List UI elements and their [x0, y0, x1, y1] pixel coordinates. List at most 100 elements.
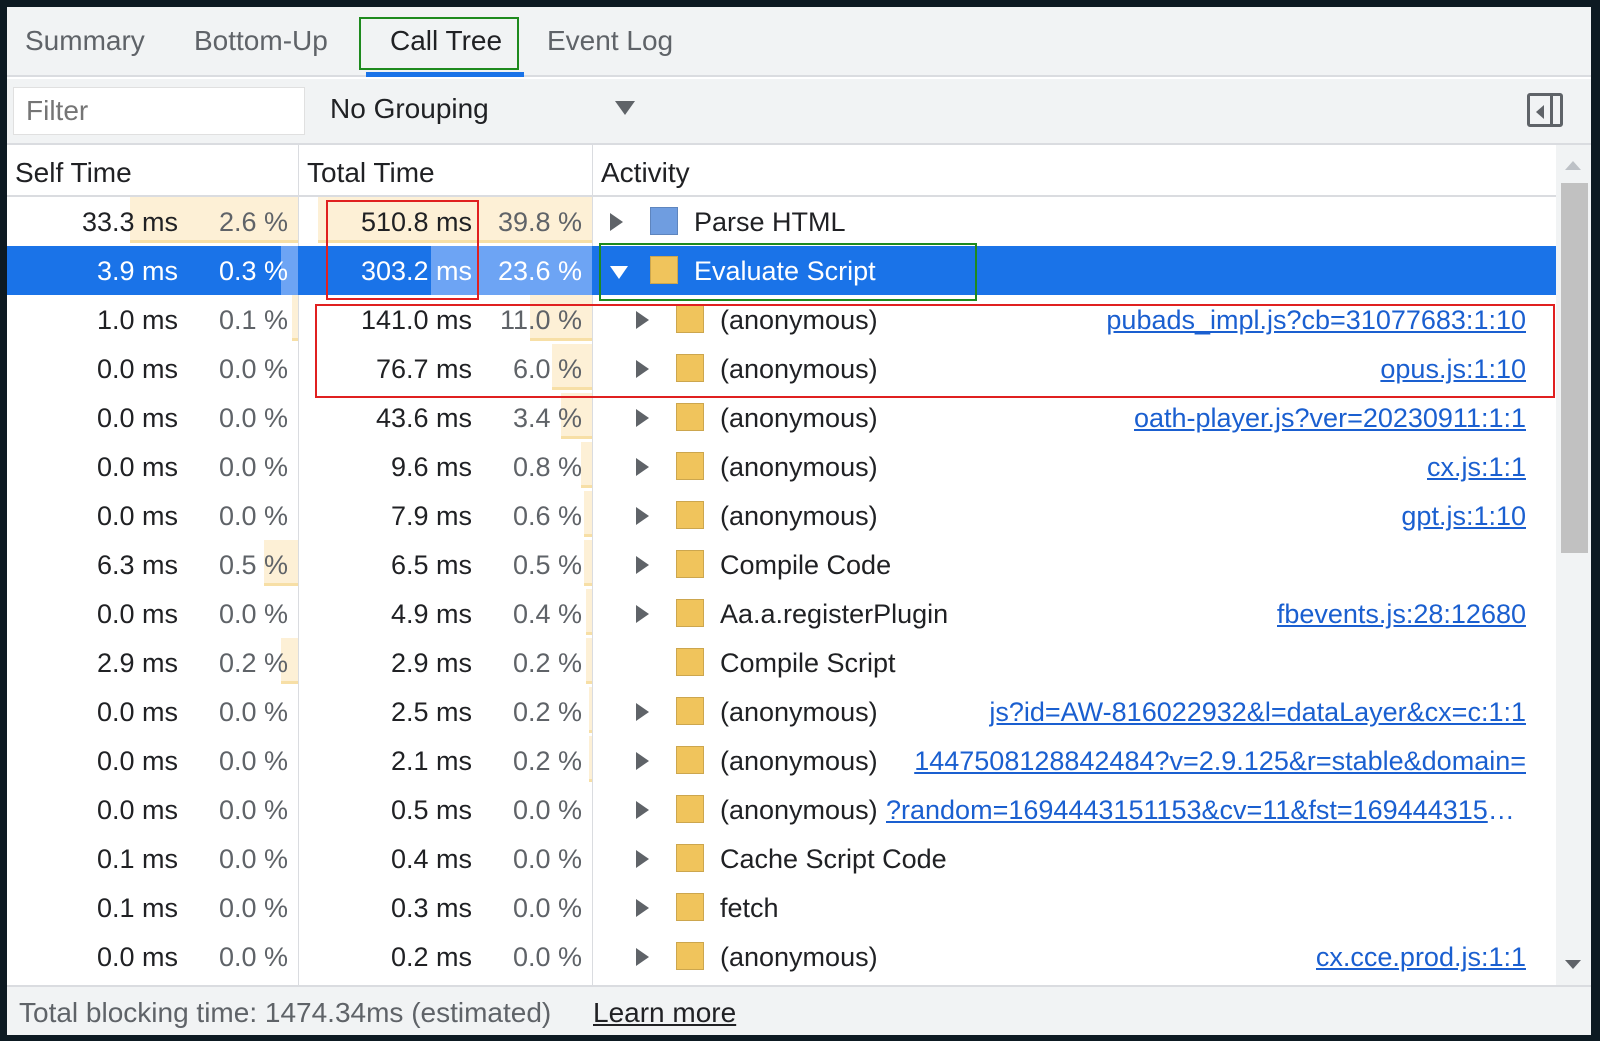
tab-bottom-up[interactable]: Bottom-Up	[194, 25, 328, 57]
table-row[interactable]: 6.3 ms 0.5 % 6.5 ms 0.5 % Compile Code	[7, 540, 1556, 589]
expand-arrow-icon[interactable]	[636, 605, 649, 623]
tab-event-log[interactable]: Event Log	[547, 25, 673, 57]
total-time-percent: 0.6 %	[512, 501, 582, 531]
table-row[interactable]: 0.0 ms 0.0 % 43.6 ms 3.4 % (anonymous) o…	[7, 393, 1556, 442]
vertical-scrollbar[interactable]	[1556, 145, 1591, 985]
table-row[interactable]: 0.0 ms 0.0 % 9.6 ms 0.8 % (anonymous) cx…	[7, 442, 1556, 491]
total-time-cell: 0.4 ms 0.0 %	[299, 834, 592, 883]
scroll-up-icon[interactable]	[1565, 161, 1581, 170]
toolbar: No Grouping	[7, 79, 1591, 145]
toggle-sidebar-icon[interactable]	[1527, 93, 1563, 127]
total-time-cell: 7.9 ms 0.6 %	[299, 491, 592, 540]
expand-arrow-icon[interactable]	[636, 458, 649, 476]
active-tab-indicator	[366, 72, 524, 77]
total-time-percent: 0.2 %	[512, 746, 582, 776]
expand-arrow-icon[interactable]	[636, 360, 649, 378]
total-time-percent: 0.8 %	[512, 452, 582, 482]
expand-arrow-icon[interactable]	[636, 703, 649, 721]
self-time-percent: 0.0 %	[218, 697, 288, 727]
expand-arrow-icon[interactable]	[636, 752, 649, 770]
self-time: 0.0 ms	[96, 501, 178, 531]
category-color-icon	[676, 354, 704, 382]
expand-arrow-icon[interactable]	[610, 213, 623, 231]
self-time-percent: 0.0 %	[218, 599, 288, 629]
source-link[interactable]: ?random=1694443151153&cv=11&fst=16944431…	[886, 795, 1526, 826]
self-time-cell: 6.3 ms 0.5 %	[7, 540, 298, 589]
table-row[interactable]: 0.0 ms 0.0 % 2.1 ms 0.2 % (anonymous) 14…	[7, 736, 1556, 785]
table-row[interactable]: 0.1 ms 0.0 % 0.4 ms 0.0 % Cache Script C…	[7, 834, 1556, 883]
total-time-percent: 3.4 %	[512, 403, 582, 433]
self-time-percent: 0.0 %	[218, 844, 288, 874]
source-link[interactable]: cx.js:1:1	[1427, 452, 1526, 483]
total-time-bar	[589, 736, 592, 782]
self-time: 0.0 ms	[96, 403, 178, 433]
table-row[interactable]: 0.0 ms 0.0 % 2.5 ms 0.2 % (anonymous) js…	[7, 687, 1556, 736]
total-time: 2.1 ms	[390, 746, 472, 776]
table-row[interactable]: 2.9 ms 0.2 % 2.9 ms 0.2 % Compile Script	[7, 638, 1556, 687]
total-time-percent: 0.0 %	[512, 844, 582, 874]
source-link[interactable]: gpt.js:1:10	[1401, 501, 1526, 532]
tab-summary[interactable]: Summary	[25, 25, 145, 57]
source-link[interactable]: oath-player.js?ver=20230911:1:1	[1134, 403, 1526, 434]
tab-bar: Summary Bottom-Up Call Tree Event Log	[7, 7, 1591, 77]
total-time-bar	[586, 638, 592, 684]
learn-more-link[interactable]: Learn more	[593, 997, 736, 1029]
source-link[interactable]: fbevents.js:28:12680	[1277, 599, 1526, 630]
table-row[interactable]: 0.0 ms 0.0 % 76.7 ms 6.0 % (anonymous) o…	[7, 344, 1556, 393]
chevron-down-icon[interactable]	[615, 101, 635, 115]
performance-call-tree-panel: Summary Bottom-Up Call Tree Event Log No…	[7, 7, 1591, 1035]
expand-arrow-icon[interactable]	[636, 899, 649, 917]
total-time-cell: 43.6 ms 3.4 %	[299, 393, 592, 442]
category-color-icon	[650, 207, 678, 235]
scroll-down-icon[interactable]	[1565, 960, 1581, 969]
self-time-percent: 0.0 %	[218, 403, 288, 433]
table-row[interactable]: 0.0 ms 0.0 % 4.9 ms 0.4 % Aa.a.registerP…	[7, 589, 1556, 638]
total-time-percent: 0.5 %	[512, 550, 582, 580]
total-time-percent: 11.0 %	[499, 305, 582, 335]
table-row[interactable]: 0.1 ms 0.0 % 0.3 ms 0.0 % fetch	[7, 883, 1556, 932]
column-header-self-time[interactable]: Self Time	[7, 145, 140, 197]
expand-arrow-icon[interactable]	[636, 556, 649, 574]
source-link[interactable]: cx.cce.prod.js:1:1	[1316, 942, 1526, 973]
filter-input[interactable]	[13, 87, 305, 135]
grouping-select[interactable]: No Grouping	[330, 93, 489, 125]
activity-name: (anonymous)	[720, 452, 878, 482]
activity-name: (anonymous)	[720, 403, 878, 433]
total-time-cell: 6.5 ms 0.5 %	[299, 540, 592, 589]
table-row[interactable]: 0.0 ms 0.0 % 0.5 ms 0.0 % (anonymous) ?r…	[7, 785, 1556, 834]
scrollbar-thumb[interactable]	[1561, 183, 1588, 553]
total-time-bar	[580, 442, 592, 488]
expand-arrow-icon[interactable]	[636, 948, 649, 966]
source-link[interactable]: opus.js:1:10	[1380, 354, 1526, 385]
activity-cell: (anonymous) gpt.js:1:10	[593, 491, 1556, 540]
source-link[interactable]: 1447508128842484?v=2.9.125&r=stable&doma…	[914, 746, 1526, 777]
activity-name: (anonymous)	[720, 305, 878, 335]
self-time-percent: 0.0 %	[218, 795, 288, 825]
table-row[interactable]: 0.0 ms 0.0 % 0.2 ms 0.0 % (anonymous) cx…	[7, 932, 1556, 981]
total-time-bar	[583, 491, 592, 537]
self-time-cell: 0.0 ms 0.0 %	[7, 785, 298, 834]
source-link[interactable]: js?id=AW-816022932&l=dataLayer&cx=c:1:1	[989, 697, 1526, 728]
total-time-percent: 0.0 %	[512, 795, 582, 825]
self-time-cell: 33.3 ms 2.6 %	[7, 197, 298, 246]
table-row[interactable]: 3.9 ms 0.3 % 303.2 ms 23.6 % Evaluate Sc…	[7, 246, 1556, 295]
column-header-total-time[interactable]: Total Time	[299, 145, 443, 197]
expand-arrow-icon[interactable]	[636, 409, 649, 427]
source-link[interactable]: pubads_impl.js?cb=31077683:1:10	[1106, 305, 1526, 336]
activity-cell: (anonymous) 1447508128842484?v=2.9.125&r…	[593, 736, 1556, 785]
table-row[interactable]: 0.0 ms 0.0 % 7.9 ms 0.6 % (anonymous) gp…	[7, 491, 1556, 540]
collapse-arrow-icon[interactable]	[610, 266, 628, 279]
activity-name: (anonymous)	[720, 942, 878, 972]
total-time: 0.3 ms	[390, 893, 472, 923]
self-time-cell: 0.1 ms 0.0 %	[7, 883, 298, 932]
expand-arrow-icon[interactable]	[636, 801, 649, 819]
column-header-activity[interactable]: Activity	[593, 145, 698, 197]
expand-arrow-icon[interactable]	[636, 850, 649, 868]
tab-call-tree[interactable]: Call Tree	[390, 25, 502, 57]
table-row[interactable]: 1.0 ms 0.1 % 141.0 ms 11.0 % (anonymous)…	[7, 295, 1556, 344]
expand-arrow-icon[interactable]	[636, 311, 649, 329]
category-color-icon	[676, 795, 704, 823]
self-time-cell: 0.0 ms 0.0 %	[7, 932, 298, 981]
table-row[interactable]: 33.3 ms 2.6 % 510.8 ms 39.8 % Parse HTML	[7, 197, 1556, 246]
expand-arrow-icon[interactable]	[636, 507, 649, 525]
